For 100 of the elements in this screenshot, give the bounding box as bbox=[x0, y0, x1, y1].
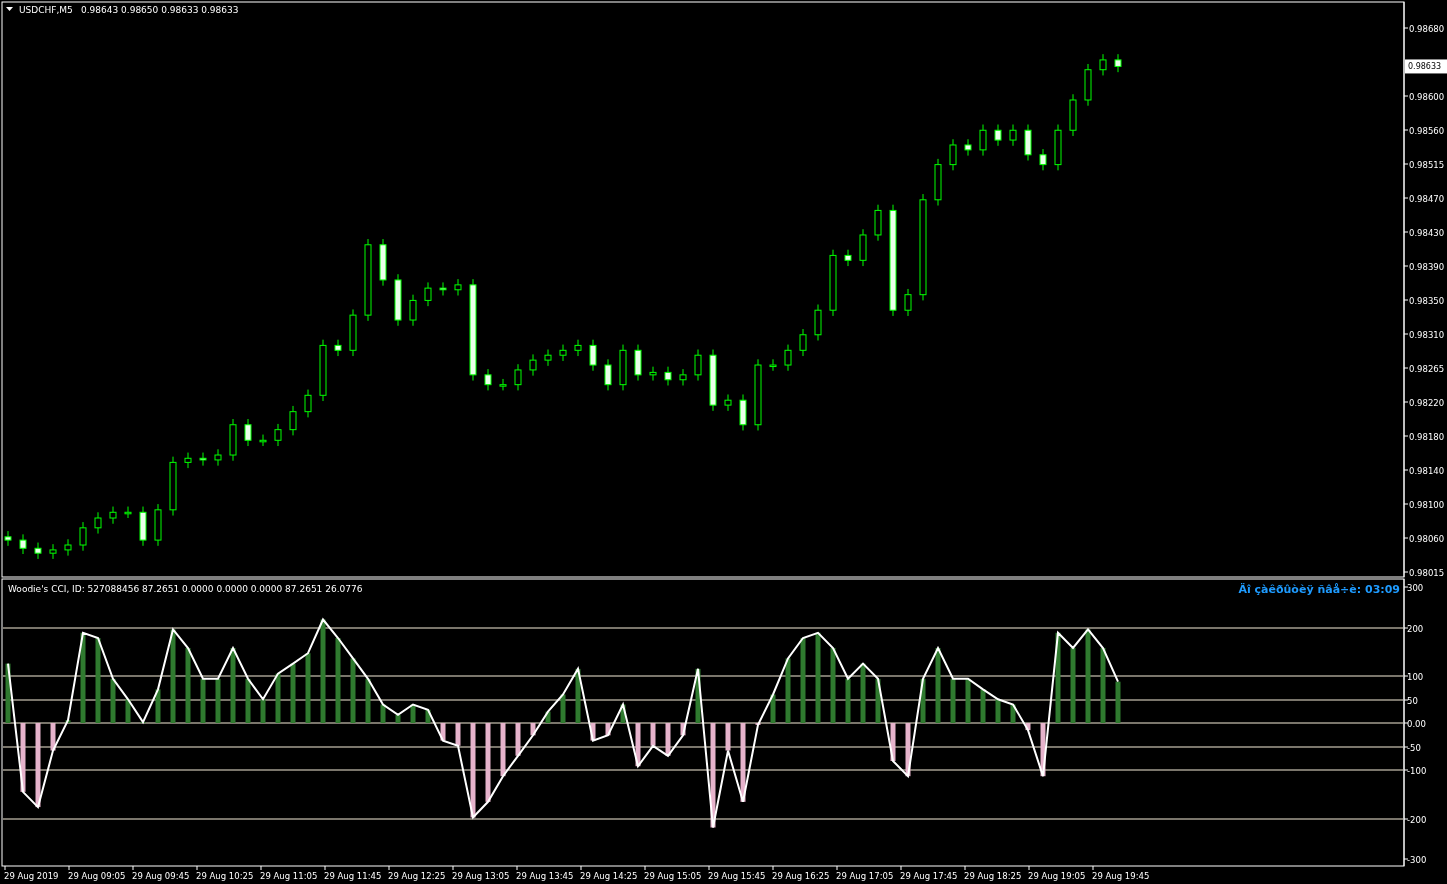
candle bbox=[244, 418, 252, 447]
ohlc-values: 0.98643 0.98650 0.98633 0.98633 bbox=[81, 5, 239, 15]
current-price-tag: 0.98633 bbox=[1405, 59, 1447, 74]
candle bbox=[979, 124, 987, 157]
candle bbox=[4, 530, 12, 547]
price-label: 0.98350 bbox=[1409, 296, 1445, 306]
candle bbox=[289, 405, 297, 436]
histogram-bar bbox=[125, 699, 131, 723]
price-label: 0.98470 bbox=[1409, 194, 1445, 204]
histogram-bar bbox=[305, 653, 311, 723]
histogram-bar bbox=[575, 668, 581, 723]
cci-scale-label: 50 bbox=[1407, 696, 1418, 706]
time-label: 29 Aug 11:05 bbox=[260, 871, 318, 881]
time-label: 29 Aug 13:05 bbox=[452, 871, 510, 881]
dropdown-icon[interactable] bbox=[6, 7, 13, 11]
time-label: 29 Aug 09:05 bbox=[68, 871, 126, 881]
histogram-bar bbox=[665, 723, 671, 756]
histogram-bar bbox=[260, 699, 266, 723]
time-label: 29 Aug 10:25 bbox=[196, 871, 254, 881]
candle bbox=[1099, 53, 1107, 76]
candle bbox=[409, 294, 417, 327]
histogram-bar bbox=[950, 678, 956, 723]
histogram-bar bbox=[860, 663, 866, 723]
candle bbox=[934, 158, 942, 206]
time-label: 29 Aug 17:05 bbox=[836, 871, 894, 881]
price-label: 0.98015 bbox=[1409, 568, 1445, 578]
candle bbox=[784, 344, 792, 372]
histogram-bar bbox=[440, 723, 446, 741]
time-label: 29 Aug 11:45 bbox=[324, 871, 382, 881]
histogram-bar bbox=[20, 723, 26, 792]
candle bbox=[874, 204, 882, 242]
candle bbox=[49, 543, 57, 560]
price-label: 0.98390 bbox=[1409, 262, 1445, 272]
candle bbox=[499, 378, 507, 391]
histogram-bar bbox=[560, 694, 566, 723]
candle bbox=[964, 138, 972, 157]
candle bbox=[904, 288, 912, 317]
candle bbox=[769, 358, 777, 372]
price-label: 0.98100 bbox=[1409, 500, 1445, 510]
time-label: 29 Aug 2019 bbox=[4, 871, 59, 881]
candle bbox=[274, 423, 282, 447]
histogram-bar bbox=[770, 694, 776, 723]
time-label: 29 Aug 13:45 bbox=[516, 871, 574, 881]
time-label: 29 Aug 19:45 bbox=[1092, 871, 1150, 881]
histogram-bar bbox=[155, 689, 161, 723]
time-label: 29 Aug 12:25 bbox=[388, 871, 446, 881]
candle bbox=[439, 281, 447, 296]
histogram-bar bbox=[920, 678, 926, 723]
time-label: 29 Aug 15:45 bbox=[708, 871, 766, 881]
time-label: 29 Aug 17:45 bbox=[900, 871, 958, 881]
histogram-bar bbox=[5, 663, 11, 723]
candle bbox=[604, 358, 612, 391]
candle bbox=[529, 353, 537, 377]
histogram-bar bbox=[845, 678, 851, 723]
candle bbox=[844, 249, 852, 267]
candle bbox=[139, 506, 147, 547]
candle bbox=[19, 533, 27, 555]
histogram-bar bbox=[980, 689, 986, 723]
candle bbox=[739, 394, 747, 431]
candle bbox=[679, 368, 687, 386]
histogram-bar bbox=[605, 723, 611, 736]
candle bbox=[574, 339, 582, 357]
candle bbox=[1069, 93, 1077, 137]
cci-scale-label: 100 bbox=[1407, 672, 1424, 682]
candle bbox=[1054, 124, 1062, 171]
histogram-bar bbox=[620, 704, 626, 723]
histogram-bar bbox=[380, 704, 386, 723]
indicator-title: Woodie's CCI, ID: 527088456 87.2651 0.0000 0.0000 0.0000 87.2651 26.0776 bbox=[8, 584, 363, 594]
histogram-bar bbox=[455, 723, 461, 746]
candle bbox=[424, 281, 432, 307]
time-label: 29 Aug 19:05 bbox=[1028, 871, 1086, 881]
histogram-bar bbox=[245, 678, 251, 723]
candle-timer: Äî çàêðûòèÿ ñâå÷è: 03:09 bbox=[1238, 583, 1400, 596]
histogram-bar bbox=[590, 723, 596, 741]
time-label: 29 Aug 09:45 bbox=[132, 871, 190, 881]
price-label: 0.98515 bbox=[1409, 160, 1445, 170]
histogram-bar bbox=[890, 723, 896, 761]
candle bbox=[154, 503, 162, 547]
histogram-bar bbox=[905, 723, 911, 777]
histogram-bar bbox=[875, 678, 881, 723]
histogram-bar bbox=[290, 663, 296, 723]
candle bbox=[724, 394, 732, 412]
price-label: 0.98680 bbox=[1409, 24, 1445, 34]
candle bbox=[169, 456, 177, 517]
time-label: 29 Aug 14:25 bbox=[580, 871, 638, 881]
candle bbox=[379, 238, 387, 287]
histogram-bar bbox=[425, 709, 431, 723]
price-label: 0.98600 bbox=[1409, 92, 1445, 102]
histogram-bar bbox=[1040, 723, 1046, 777]
cci-scale-label: 300 bbox=[1407, 583, 1424, 593]
histogram-bar bbox=[500, 723, 506, 777]
histogram-bar bbox=[515, 723, 521, 756]
candle bbox=[1084, 63, 1092, 107]
candle bbox=[694, 349, 702, 382]
histogram-bar bbox=[215, 678, 221, 723]
symbol-label: USDCHF,M5 bbox=[19, 5, 73, 15]
candle bbox=[514, 363, 522, 391]
price-label: 0.98140 bbox=[1409, 466, 1445, 476]
candle bbox=[799, 328, 807, 357]
candle bbox=[1009, 124, 1017, 147]
